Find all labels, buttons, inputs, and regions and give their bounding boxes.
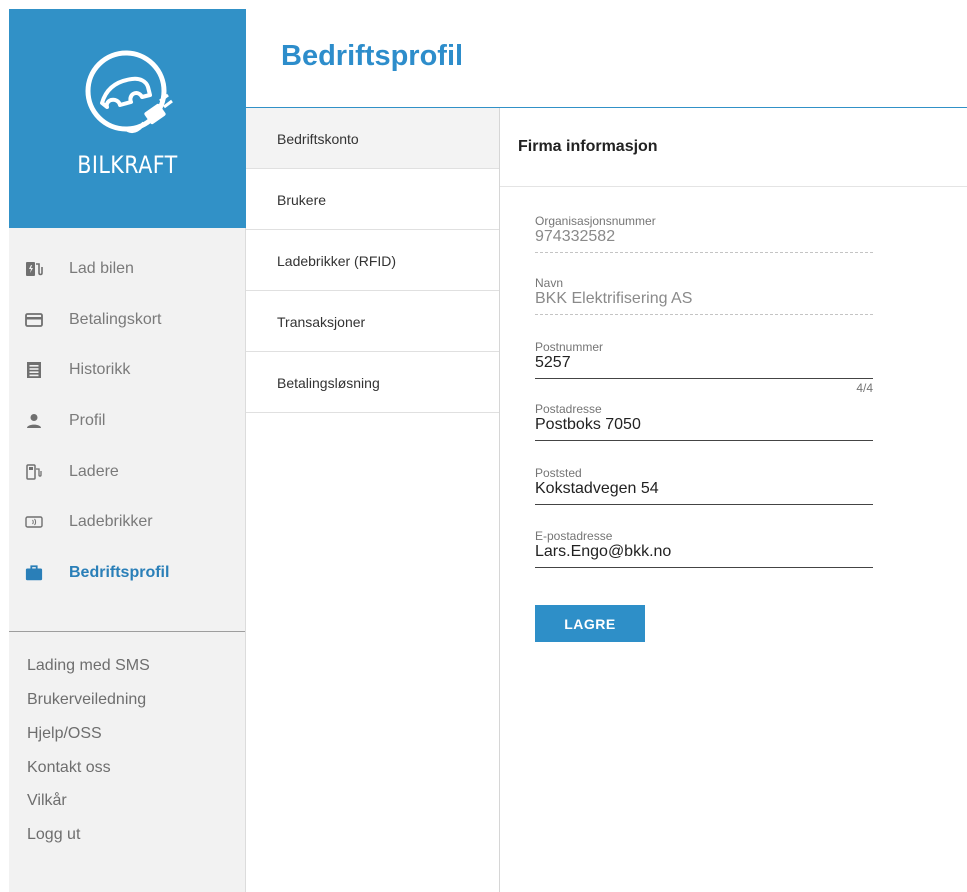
postal-address-input[interactable] — [535, 416, 873, 434]
nav-label: Lad bilen — [69, 260, 134, 277]
nav-label: Ladebrikker — [69, 513, 153, 530]
company-info-panel: Firma informasjon Organisasjonsnummer 97… — [500, 108, 967, 892]
ev-charger-icon — [25, 260, 43, 278]
nav-item-ladere[interactable]: Ladere — [9, 450, 246, 494]
history-list-icon — [25, 361, 43, 379]
submenu-item-ladebrikker-rfid[interactable]: Ladebrikker (RFID) — [246, 230, 499, 291]
rfid-tag-icon — [25, 513, 43, 531]
nav-label: Bedriftsprofil — [69, 564, 170, 581]
section-divider — [500, 186, 967, 187]
nav-item-ladebrikker[interactable]: Ladebrikker — [9, 500, 246, 544]
submenu: Bedriftskonto Brukere Ladebrikker (RFID)… — [246, 108, 500, 892]
submenu-label: Brukere — [277, 192, 327, 208]
footer-link-help[interactable]: Hjelp/OSS — [27, 725, 102, 743]
car-plug-logo-icon — [85, 50, 173, 133]
field-label: Navn — [535, 276, 564, 290]
submenu-item-bedriftskonto[interactable]: Bedriftskonto — [246, 108, 499, 169]
nav-item-lad-bilen[interactable]: Lad bilen — [9, 247, 246, 291]
submenu-label: Ladebrikker (RFID) — [277, 253, 397, 269]
section-title: Firma informasjon — [518, 138, 658, 155]
person-icon — [25, 412, 43, 430]
nav-label: Betalingskort — [69, 311, 162, 328]
submenu-item-betalingslosning[interactable]: Betalingsløsning — [246, 352, 499, 413]
email-input[interactable] — [535, 543, 873, 561]
submenu-label: Transaksjoner — [277, 314, 366, 330]
nav-item-historikk[interactable]: Historikk — [9, 348, 246, 392]
save-button[interactable]: LAGRE — [535, 605, 645, 642]
footer-link-logout[interactable]: Logg ut — [27, 826, 80, 844]
submenu-label: Bedriftskonto — [277, 131, 359, 147]
field-label: Poststed — [535, 466, 582, 480]
footer-link-contact[interactable]: Kontakt oss — [27, 759, 111, 777]
submenu-item-brukere[interactable]: Brukere — [246, 169, 499, 230]
field-label: E-postadresse — [535, 529, 613, 543]
submenu-label: Betalingsløsning — [277, 375, 380, 391]
footer-link-terms[interactable]: Vilkår — [27, 792, 67, 810]
field-label: Organisasjonsnummer — [535, 214, 656, 228]
postal-code-input[interactable] — [535, 354, 873, 372]
nav-item-betalingskort[interactable]: Betalingskort — [9, 298, 246, 342]
city-input[interactable] — [535, 480, 873, 498]
nav-label: Ladere — [69, 463, 119, 480]
field-label: Postnummer — [535, 340, 604, 354]
footer-link-sms[interactable]: Lading med SMS — [27, 657, 150, 675]
character-counter: 4/4 — [856, 381, 873, 395]
charger-station-icon — [25, 463, 43, 481]
org-number-value: 974332582 — [535, 228, 616, 245]
brand-name: BILKRAFT — [77, 151, 178, 179]
sidebar-divider — [9, 631, 245, 632]
name-value: BKK Elektrifisering AS — [535, 290, 693, 307]
submenu-item-transaksjoner[interactable]: Transaksjoner — [246, 291, 499, 352]
nav-label: Profil — [69, 412, 106, 429]
nav-item-bedriftsprofil[interactable]: Bedriftsprofil — [9, 551, 246, 595]
logo[interactable]: BILKRAFT — [9, 9, 246, 228]
sidebar: BILKRAFT Lad bilen Betalingskort Histori… — [9, 9, 246, 892]
nav-item-profil[interactable]: Profil — [9, 399, 246, 443]
nav-label: Historikk — [69, 361, 131, 378]
field-label: Postadresse — [535, 402, 602, 416]
briefcase-icon — [25, 564, 43, 582]
footer-link-guide[interactable]: Brukerveiledning — [27, 691, 146, 709]
page-title: Bedriftsprofil — [281, 40, 464, 72]
credit-card-icon — [25, 311, 43, 329]
